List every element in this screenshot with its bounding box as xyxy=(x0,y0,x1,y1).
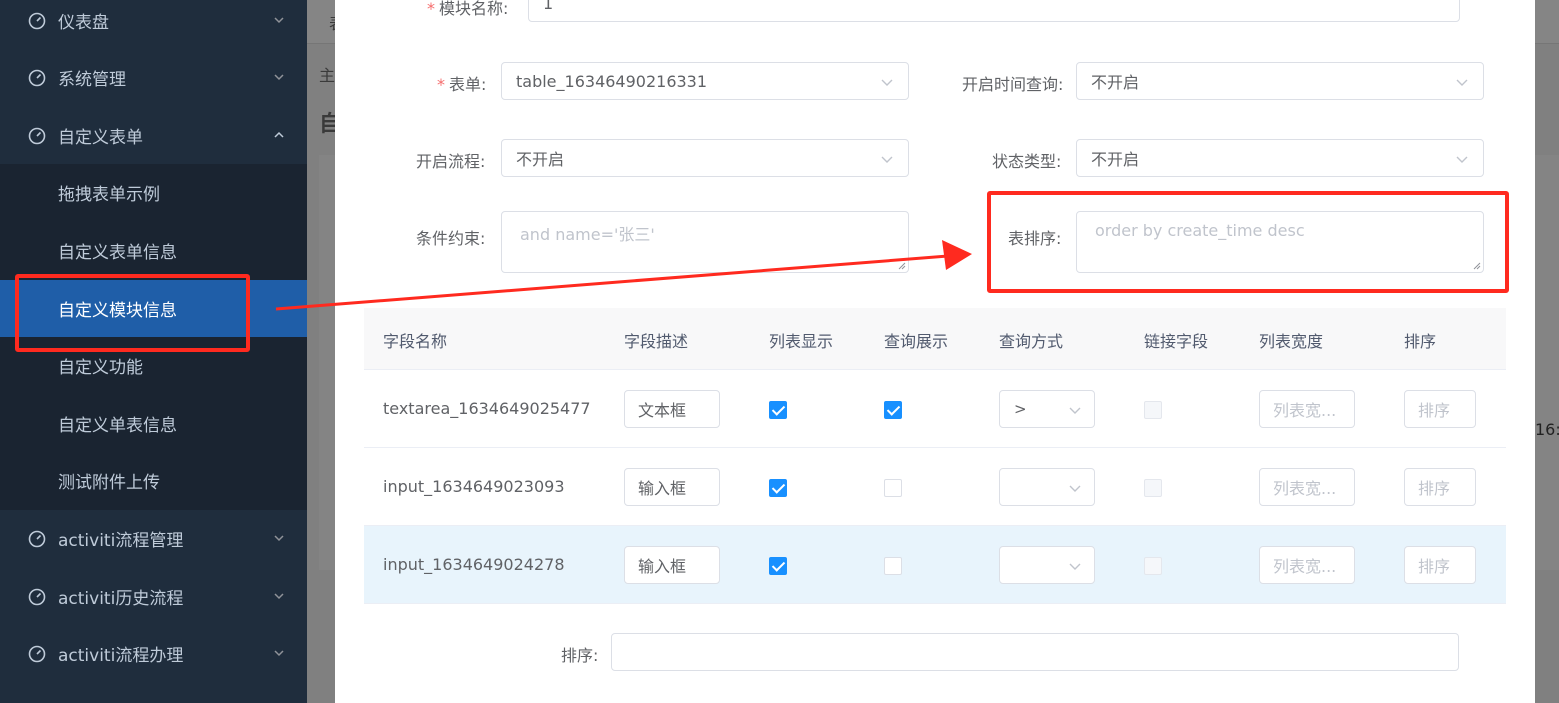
sidebar-item-activiti-process[interactable]: activiti流程管理 xyxy=(0,510,307,567)
sidebar-item-activiti-handle[interactable]: activiti流程办理 xyxy=(0,625,307,682)
chevron-up-icon xyxy=(274,131,284,138)
time-query-label: 开启时间查询: xyxy=(962,75,1064,94)
module-edit-dialog: * 模块名称: 1 * 表单: table_16346490216331 开启时间查… xyxy=(335,0,1535,703)
table-row: input_1634649024278 输入框 列表宽... 排序 xyxy=(364,526,1506,604)
table-row: input_1634649023093 输入框 列表宽... 排序 xyxy=(364,448,1506,526)
sidebar-item-activiti-history[interactable]: activiti历史流程 xyxy=(0,568,307,625)
sidebar-item-custom-function[interactable]: 自定义功能 xyxy=(0,337,307,394)
list-width-input[interactable]: 列表宽... xyxy=(1259,546,1355,584)
sidebar-item-test-attachment[interactable]: 测试附件上传 xyxy=(0,452,307,509)
query-show-checkbox[interactable] xyxy=(884,557,902,575)
condition-label: 条件约束: xyxy=(416,229,486,248)
list-show-checkbox[interactable] xyxy=(769,401,787,419)
status-type-label: 状态类型: xyxy=(992,152,1062,171)
chevron-down-icon xyxy=(881,79,893,86)
field-name-cell: input_1634649023093 xyxy=(383,477,565,496)
chevron-down-icon xyxy=(274,593,284,600)
column-header-query-mode: 查询方式 xyxy=(999,332,1064,351)
sidebar-item-label: 系统管理 xyxy=(58,70,126,90)
workflow-select[interactable]: 不开启 xyxy=(501,139,909,177)
time-query-select[interactable]: 不开启 xyxy=(1076,62,1484,100)
sidebar-submenu: 拖拽表单示例 自定义表单信息 自定义模块信息 自定义功能 自定义单表信息 测试附… xyxy=(0,164,307,510)
query-show-checkbox[interactable] xyxy=(884,479,902,497)
module-name-label: * 模块名称: xyxy=(427,0,509,18)
sidebar-item-dashboard[interactable]: 仪表盘 xyxy=(0,0,307,49)
dashboard-icon xyxy=(28,588,46,605)
sidebar-item-label: 仪表盘 xyxy=(58,13,109,33)
background-breadcrumb-fragment: 主 xyxy=(319,66,336,85)
query-mode-select[interactable] xyxy=(999,546,1095,584)
dashboard-icon xyxy=(28,69,46,86)
condition-textarea[interactable]: and name='张三' xyxy=(501,211,909,273)
list-show-checkbox[interactable] xyxy=(769,557,787,575)
sidebar-item-custom-form-info[interactable]: 自定义表单信息 xyxy=(0,222,307,279)
chevron-down-icon xyxy=(274,535,284,542)
query-mode-select[interactable] xyxy=(999,468,1095,506)
dashboard-icon xyxy=(28,127,46,144)
column-header-query-show: 查询展示 xyxy=(884,332,949,351)
column-header-list-show: 列表显示 xyxy=(769,332,834,351)
list-show-checkbox[interactable] xyxy=(769,479,787,497)
dashboard-icon xyxy=(28,530,46,547)
chevron-down-icon xyxy=(881,156,893,163)
dashboard-icon xyxy=(28,645,46,662)
column-header-field-desc: 字段描述 xyxy=(624,332,689,351)
sidebar-item-label: 自定义表单 xyxy=(58,128,143,148)
resize-grip-icon[interactable] xyxy=(896,260,906,270)
field-desc-input[interactable]: 文本框 xyxy=(624,390,720,428)
chevron-down-icon xyxy=(1069,563,1081,570)
required-mark: * xyxy=(437,75,445,94)
query-mode-select[interactable]: > xyxy=(999,390,1095,428)
list-width-input[interactable]: 列表宽... xyxy=(1259,468,1355,506)
sidebar-item-custom-form[interactable]: 自定义表单 xyxy=(0,107,307,164)
chevron-down-icon xyxy=(1069,485,1081,492)
field-name-cell: textarea_1634649025477 xyxy=(383,399,591,418)
sidebar-item-label: activiti历史流程 xyxy=(58,589,184,609)
sidebar-item-label: activiti流程管理 xyxy=(58,531,184,551)
query-show-checkbox[interactable] xyxy=(884,401,902,419)
sort-input[interactable]: 排序 xyxy=(1404,468,1476,506)
column-header-field-name: 字段名称 xyxy=(383,332,448,351)
chevron-down-icon xyxy=(274,17,284,24)
sidebar-item-label: activiti流程办理 xyxy=(58,646,184,666)
sort-label: 排序: xyxy=(561,646,599,665)
required-mark: * xyxy=(427,0,435,18)
sidebar-item-system[interactable]: 系统管理 xyxy=(0,49,307,106)
column-header-sort: 排序 xyxy=(1404,332,1437,351)
column-header-list-width: 列表宽度 xyxy=(1259,332,1324,351)
sidebar-item-custom-single-table[interactable]: 自定义单表信息 xyxy=(0,395,307,452)
field-name-cell: input_1634649024278 xyxy=(383,555,565,574)
link-field-checkbox[interactable] xyxy=(1144,557,1162,575)
link-field-checkbox[interactable] xyxy=(1144,401,1162,419)
workflow-label: 开启流程: xyxy=(416,152,486,171)
sort-field-input[interactable] xyxy=(611,633,1459,671)
field-desc-input[interactable]: 输入框 xyxy=(624,468,720,506)
table-header: 字段名称 字段描述 列表显示 查询展示 查询方式 链接字段 列表宽度 排序 xyxy=(364,308,1506,370)
sidebar-item-drag-form-demo[interactable]: 拖拽表单示例 xyxy=(0,164,307,221)
table-sort-label: 表排序: xyxy=(1008,229,1062,248)
sidebar: 仪表盘 系统管理 自定义表单 拖拽表单示例 自定义表单信息 自定义模块信息 自定… xyxy=(0,0,307,703)
table-row: textarea_1634649025477 文本框 > 列表宽... 排序 xyxy=(364,370,1506,448)
table-select[interactable]: table_16346490216331 xyxy=(501,62,909,100)
module-name-input[interactable]: 1 xyxy=(528,0,1460,22)
column-header-link-field: 链接字段 xyxy=(1144,332,1209,351)
table-sort-textarea[interactable]: order by create_time desc xyxy=(1076,211,1484,273)
link-field-checkbox[interactable] xyxy=(1144,479,1162,497)
sidebar-item-custom-module-info[interactable]: 自定义模块信息 xyxy=(0,280,307,337)
field-desc-input[interactable]: 输入框 xyxy=(624,546,720,584)
sort-input[interactable]: 排序 xyxy=(1404,546,1476,584)
dashboard-icon xyxy=(28,12,46,29)
status-type-select[interactable]: 不开启 xyxy=(1076,139,1484,177)
list-width-input[interactable]: 列表宽... xyxy=(1259,390,1355,428)
chevron-down-icon xyxy=(1456,156,1468,163)
table-select-label: * 表单: xyxy=(437,75,487,94)
chevron-down-icon xyxy=(1456,79,1468,86)
chevron-down-icon xyxy=(274,74,284,81)
chevron-down-icon xyxy=(274,650,284,657)
chevron-down-icon xyxy=(1069,407,1081,414)
sort-input[interactable]: 排序 xyxy=(1404,390,1476,428)
background-time-fragment: 16: xyxy=(1535,420,1559,439)
resize-grip-icon[interactable] xyxy=(1471,260,1481,270)
